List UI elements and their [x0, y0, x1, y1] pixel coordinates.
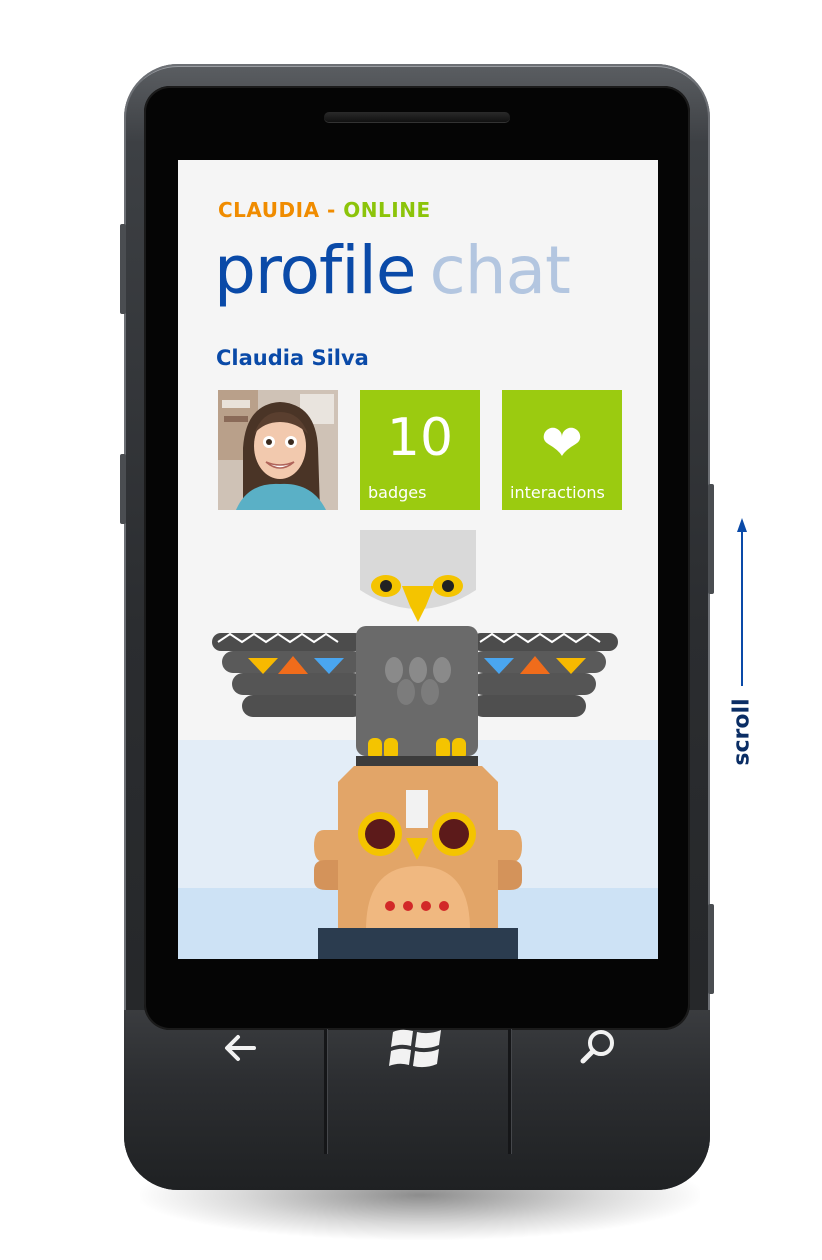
profile-name: Claudia Silva — [216, 346, 369, 370]
back-button[interactable] — [210, 1008, 270, 1088]
power-button — [708, 484, 714, 594]
contact-name-caps: CLAUDIA — [218, 198, 320, 222]
avatar-photo — [218, 390, 338, 510]
status-separator: - — [319, 198, 344, 222]
eagle-body — [356, 530, 478, 782]
back-arrow-icon — [225, 1035, 256, 1061]
heart-icon: ❤ — [541, 414, 583, 472]
screen-bezel: CLAUDIA - ONLINE profile chat Claudia Sil… — [144, 86, 690, 1030]
camera-button — [708, 904, 714, 994]
side-button — [120, 454, 126, 524]
scroll-hint-label: scroll — [729, 698, 755, 766]
start-button[interactable] — [386, 1008, 446, 1088]
search-icon — [580, 1030, 614, 1064]
interactions-label: interactions — [510, 483, 605, 502]
pivot-item-chat[interactable]: chat — [429, 232, 570, 309]
profile-tiles: 10 badges ❤ interactions — [218, 390, 622, 510]
pivot-header: profile chat — [214, 232, 571, 309]
button-divider — [508, 1029, 511, 1154]
owl — [314, 766, 522, 959]
badges-label: badges — [368, 483, 427, 502]
presence-status: ONLINE — [343, 198, 431, 222]
avatar[interactable] — [218, 390, 338, 510]
pivot-item-profile[interactable]: profile — [214, 232, 416, 309]
search-button[interactable] — [568, 1008, 628, 1088]
app-screen: CLAUDIA - ONLINE profile chat Claudia Sil… — [178, 160, 658, 959]
badges-count: 10 — [386, 408, 454, 468]
interactions-tile[interactable]: ❤ interactions — [502, 390, 622, 510]
contact-status-line: CLAUDIA - ONLINE — [218, 198, 431, 222]
earpiece — [324, 112, 510, 122]
button-divider — [324, 1029, 327, 1154]
badges-tile[interactable]: 10 badges — [360, 390, 480, 510]
totem-illustration — [212, 530, 618, 959]
volume-button — [120, 224, 126, 314]
windows-logo-icon — [389, 1029, 441, 1068]
